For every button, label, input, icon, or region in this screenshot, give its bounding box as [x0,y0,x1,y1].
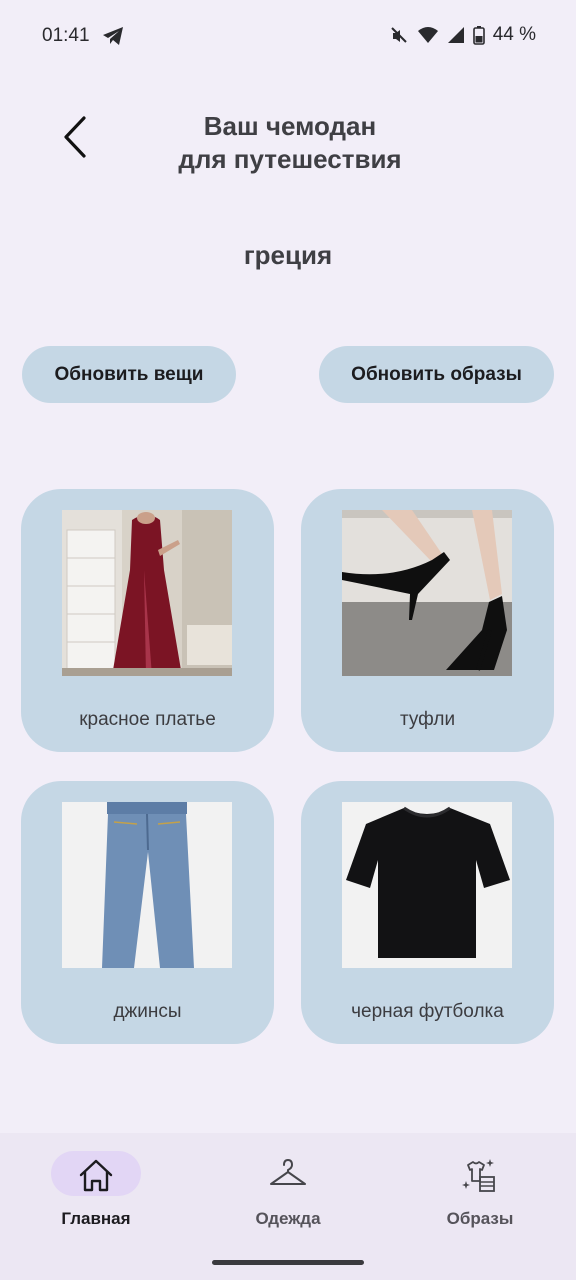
battery-level: 44 % [492,24,536,45]
item-label: туфли [399,709,456,730]
status-bar: 01:41 44 % [0,0,576,72]
mute-icon [390,27,407,43]
nav-item-home[interactable]: Главная [0,1133,192,1243]
nav-label: Главная [61,1209,131,1228]
item-label: черная футболка [351,1001,504,1022]
hanger-icon [270,1159,306,1185]
title-line-1: Ваш чемодан [203,111,377,141]
item-label: джинсы [113,1001,182,1022]
update-outfits-button[interactable]: Обновить образы [319,346,554,403]
wifi-icon [417,27,438,43]
item-card-jeans[interactable]: джинсы [21,781,274,1044]
signal-icon [447,27,464,43]
item-label: красное платье [79,709,216,730]
nav-item-clothes[interactable]: Одежда [192,1133,384,1243]
telegram-icon [103,27,123,45]
status-time: 01:41 [42,25,90,46]
item-card-tshirt[interactable]: черная футболка [301,781,554,1044]
item-card-heels[interactable]: туфли [301,489,554,752]
battery-icon [472,26,485,45]
item-card-dress[interactable]: красное платье [21,489,274,752]
jeans-photo [62,802,232,968]
title-line-2: для путешествия [178,144,402,174]
nav-label: Одежда [255,1209,321,1228]
page-title: Ваш чемодан для путешествия [140,110,440,176]
home-icon [79,1159,113,1192]
bottom-navigation: Главная Одежда Образы [0,1133,576,1280]
nav-item-outfits[interactable]: Образы [384,1133,576,1243]
trip-name: греция [243,240,333,270]
heels-photo [342,510,512,676]
back-button[interactable] [52,108,112,168]
dress-photo [62,510,232,676]
tshirt-photo [342,802,512,968]
outfits-icon [462,1159,495,1192]
update-items-button[interactable]: Обновить вещи [22,346,236,403]
gesture-bar[interactable] [212,1260,364,1265]
chevron-left-icon [64,116,86,158]
nav-label: Образы [446,1209,514,1228]
